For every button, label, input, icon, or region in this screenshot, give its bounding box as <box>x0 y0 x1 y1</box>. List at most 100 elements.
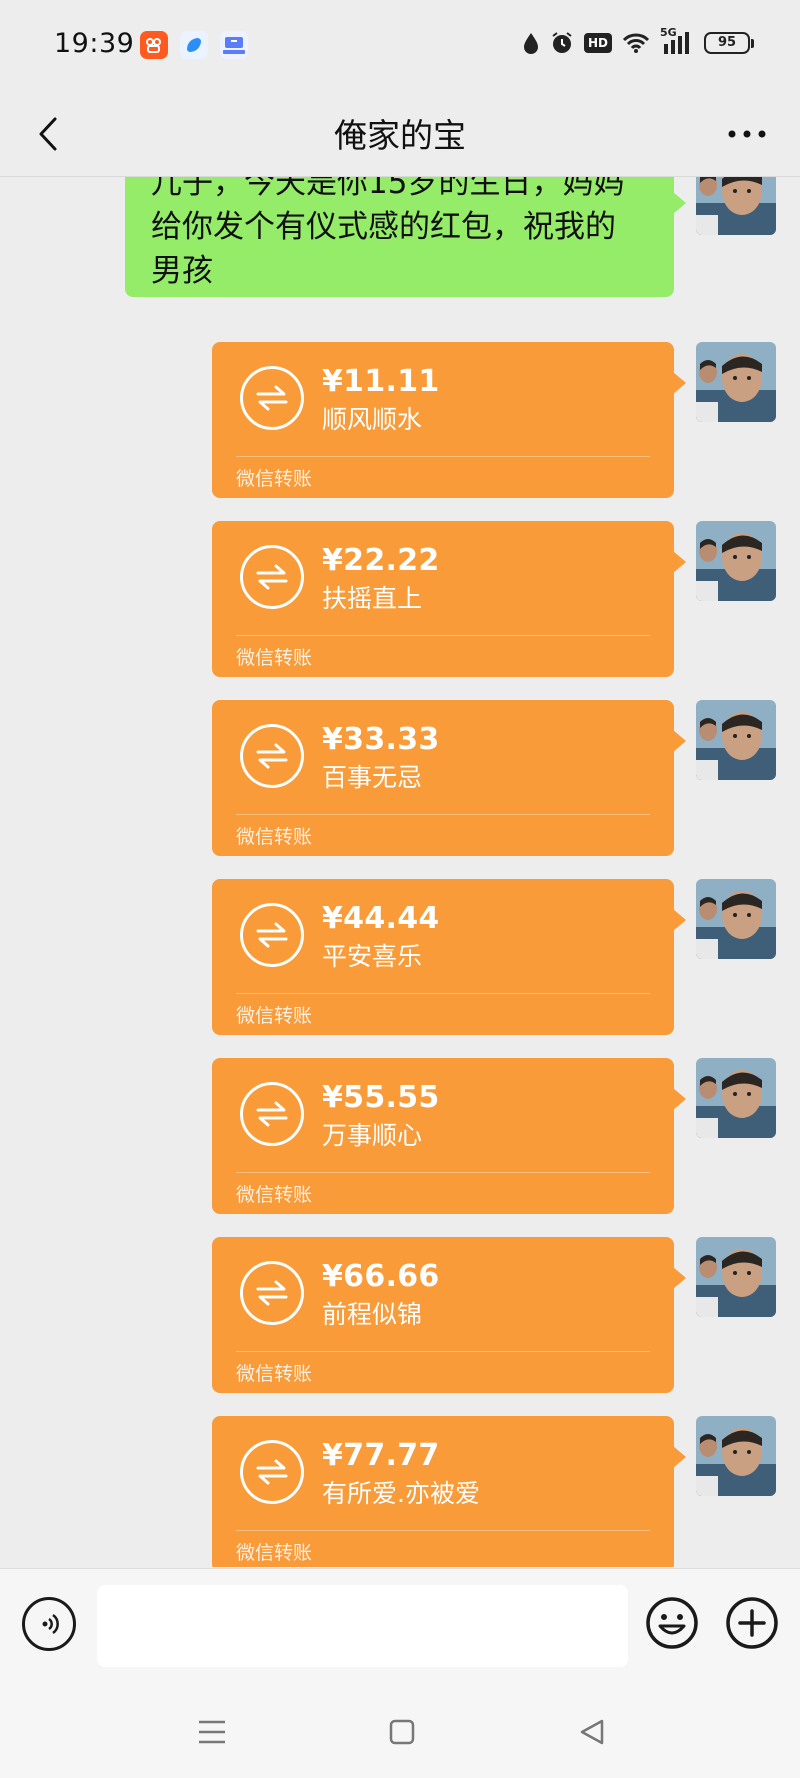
status-right: HD 5G 95 <box>522 26 754 56</box>
menu-icon <box>199 1720 225 1744</box>
kuaishou-app-icon <box>140 31 168 59</box>
transfer-amount: ¥77.77 <box>322 1438 440 1473</box>
recent-apps-button[interactable] <box>190 1710 234 1754</box>
home-icon <box>389 1719 415 1745</box>
transfer-note: 有所爱.亦被爱 <box>322 1479 480 1508</box>
transfer-icon <box>240 1440 304 1504</box>
more-functions-button[interactable] <box>724 1595 780 1651</box>
transfer-icon <box>240 903 304 967</box>
sender-avatar[interactable] <box>696 1058 776 1138</box>
transfer-arrows-icon <box>256 743 288 769</box>
transfer-note: 顺风顺水 <box>322 405 423 434</box>
transfer-note: 平安喜乐 <box>322 942 423 971</box>
message-input[interactable] <box>97 1585 628 1667</box>
text-message-content: 儿子，今天是你15岁的生日，妈妈给你发个有仪式感的红包，祝我的男孩 <box>151 177 625 289</box>
transfer-message-bubble[interactable]: ¥77.77 有所爱.亦被爱微信转账 <box>212 1416 686 1567</box>
alarm-icon <box>552 32 572 53</box>
system-navigation-bar <box>0 1688 800 1778</box>
transfer-message-bubble[interactable]: ¥44.44 平安喜乐微信转账 <box>212 879 686 1035</box>
bubble-tail <box>673 192 686 214</box>
hd-badge: HD <box>583 33 612 53</box>
divider <box>236 993 650 994</box>
transfer-icon <box>240 724 304 788</box>
transfer-message-bubble[interactable]: ¥66.66 前程似锦微信转账 <box>212 1237 686 1393</box>
transfer-icon <box>240 545 304 609</box>
bubble-tail <box>673 1267 686 1289</box>
divider <box>236 1530 650 1531</box>
divider <box>236 456 650 457</box>
sender-avatar[interactable] <box>696 521 776 601</box>
transfer-source-label: 微信转账 <box>236 647 313 669</box>
transfer-note: 百事无忌 <box>322 763 423 792</box>
more-button[interactable] <box>722 110 772 158</box>
sender-avatar[interactable] <box>696 879 776 959</box>
status-bar: 19:39 HD 5G 95 <box>0 0 800 92</box>
bubble-tail <box>673 372 686 394</box>
transfer-source-label: 微信转账 <box>236 1542 313 1564</box>
transfer-icon <box>240 366 304 430</box>
transfer-source-label: 微信转账 <box>236 1184 313 1206</box>
voice-icon <box>42 1613 59 1635</box>
input-bar <box>0 1568 800 1689</box>
transfer-amount: ¥66.66 <box>322 1259 440 1294</box>
divider <box>236 1172 650 1173</box>
bubble-tail <box>673 551 686 573</box>
transfer-amount: ¥55.55 <box>322 1080 440 1115</box>
system-back-button[interactable] <box>570 1710 614 1754</box>
chat-message-list[interactable]: 儿子，今天是你15岁的生日，妈妈给你发个有仪式感的红包，祝我的男孩 ¥11.11… <box>0 177 800 1567</box>
transfer-source-label: 微信转账 <box>236 826 313 848</box>
transfer-note: 扶摇直上 <box>322 584 423 613</box>
text-message-bubble[interactable]: 儿子，今天是你15岁的生日，妈妈给你发个有仪式感的红包，祝我的男孩 <box>125 177 686 297</box>
home-button[interactable] <box>380 1710 424 1754</box>
transfer-source-label: 微信转账 <box>236 1005 313 1027</box>
battery-indicator: 95 <box>704 32 754 54</box>
bubble-tail <box>673 909 686 931</box>
transfer-arrows-icon <box>256 1101 288 1127</box>
transfer-amount: ¥22.22 <box>322 543 440 578</box>
transfer-note: 前程似锦 <box>322 1300 423 1329</box>
transfer-arrows-icon <box>256 1459 288 1485</box>
plus-icon <box>726 1597 778 1649</box>
divider <box>236 1351 650 1352</box>
status-app-icons <box>140 31 248 59</box>
divider <box>236 814 650 815</box>
transfer-amount: ¥11.11 <box>322 364 440 399</box>
transfer-amount: ¥33.33 <box>322 722 440 757</box>
status-time: 19:39 <box>54 28 135 59</box>
transfer-source-label: 微信转账 <box>236 468 313 490</box>
transfer-arrows-icon <box>256 922 288 948</box>
transfer-arrows-icon <box>256 385 288 411</box>
transfer-message-bubble[interactable]: ¥33.33 百事无忌微信转账 <box>212 700 686 856</box>
water-drop-icon <box>523 33 538 54</box>
transfer-message-bubble[interactable]: ¥11.11 顺风顺水微信转账 <box>212 342 686 498</box>
cellular-signal-icon: 5G <box>660 26 694 56</box>
page-title: 俺家的宝 <box>334 116 466 155</box>
sender-avatar[interactable] <box>696 177 776 235</box>
emoji-icon <box>646 1597 698 1649</box>
voice-button[interactable] <box>22 1597 76 1651</box>
transfer-message-bubble[interactable]: ¥22.22 扶摇直上微信转账 <box>212 521 686 677</box>
transfer-amount: ¥44.44 <box>322 901 440 936</box>
transfer-source-label: 微信转账 <box>236 1363 313 1385</box>
sender-avatar[interactable] <box>696 1416 776 1496</box>
transfer-icon <box>240 1261 304 1325</box>
signal-5g-label: 5G <box>660 26 677 39</box>
sender-avatar[interactable] <box>696 342 776 422</box>
bubble-tail <box>673 1088 686 1110</box>
computer-app-icon <box>220 31 248 59</box>
transfer-arrows-icon <box>256 564 288 590</box>
transfer-message-bubble[interactable]: ¥55.55 万事顺心微信转账 <box>212 1058 686 1214</box>
more-dots-icon <box>728 130 766 138</box>
sender-avatar[interactable] <box>696 700 776 780</box>
bubble-tail <box>673 730 686 752</box>
transfer-icon <box>240 1082 304 1146</box>
blue-app-icon <box>180 31 208 59</box>
transfer-arrows-icon <box>256 1280 288 1306</box>
back-triangle-icon <box>580 1719 604 1745</box>
chat-header: 俺家的宝 <box>0 92 800 177</box>
transfer-note: 万事顺心 <box>322 1121 423 1150</box>
sender-avatar[interactable] <box>696 1237 776 1317</box>
emoji-button[interactable] <box>644 1595 700 1651</box>
wifi-icon <box>622 33 650 53</box>
divider <box>236 635 650 636</box>
